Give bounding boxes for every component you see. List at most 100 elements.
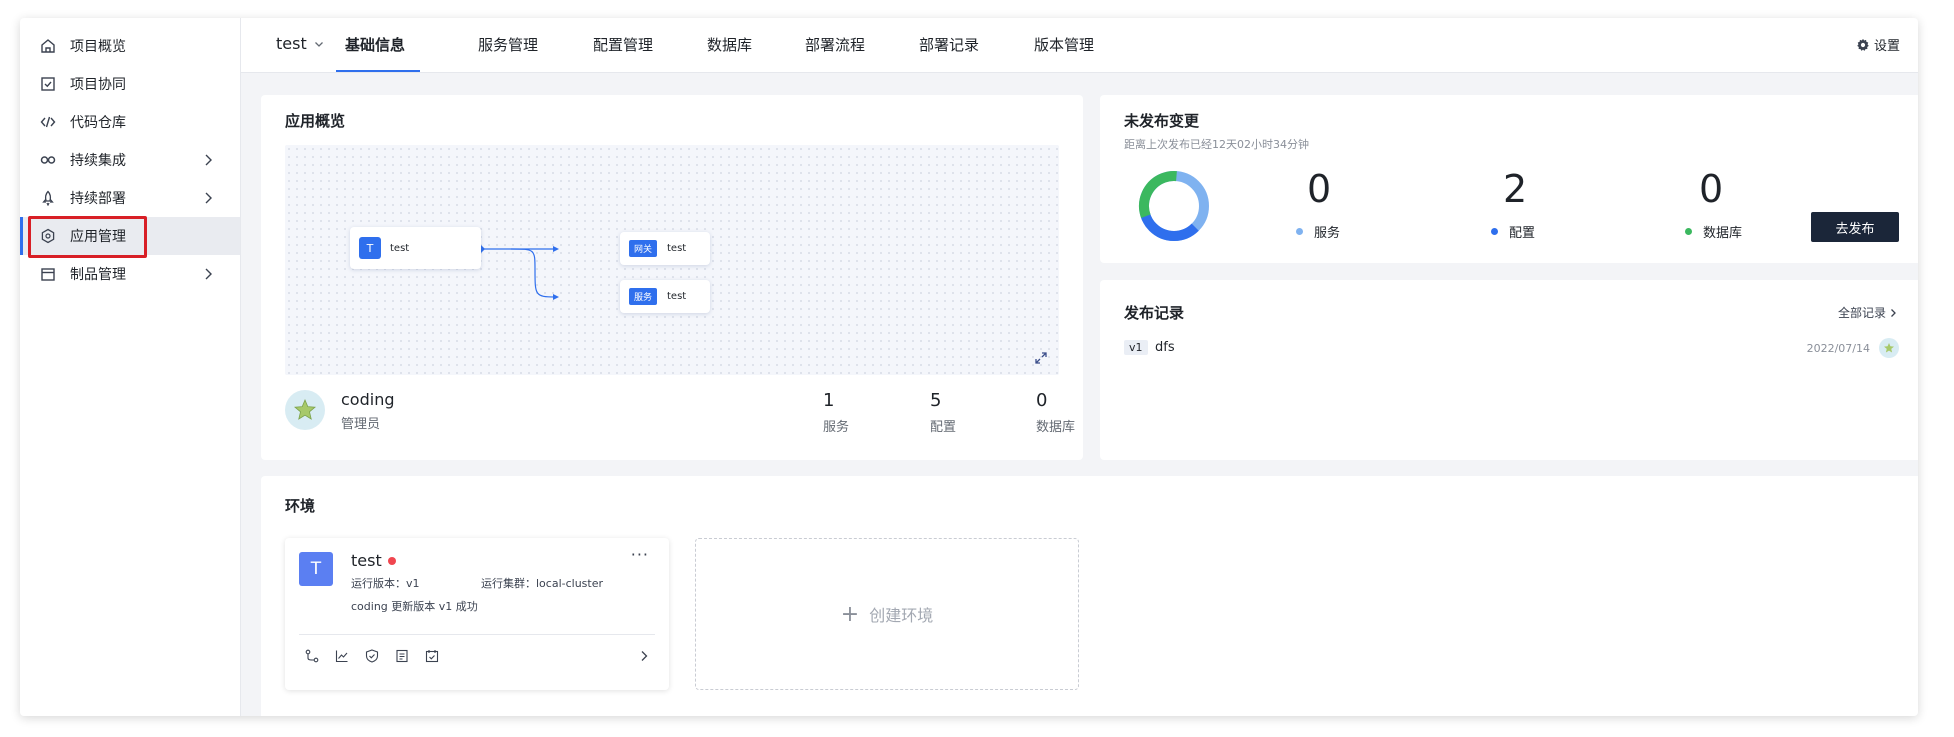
pipeline-icon[interactable] [305,649,319,663]
rocket-icon [40,190,56,206]
config-dot [1491,228,1498,235]
label-text: 服务 [1314,226,1341,241]
project-selector[interactable]: test [276,34,325,53]
last-release-subtitle: 距离上次发布已经12天02小时34分钟 [1124,138,1309,151]
settings-button[interactable]: 设置 [1856,35,1900,54]
release-row[interactable]: v1 dfs 2022/07/14 [1124,338,1918,362]
create-environment-button[interactable]: + 创建环境 [695,538,1079,690]
sidebar-item-label: 持续部署 [70,191,126,207]
sidebar-item-label: 应用管理 [70,229,126,245]
sidebar-item-artifacts[interactable]: 制品管理 [20,255,240,293]
environment-card: 环境 T test 运行版本：v1 运行集群：local-cluster cod… [261,476,1918,716]
tab-database[interactable]: 数据库 [707,34,752,55]
unpublished-config-label: 配置 [1491,222,1535,241]
all-records-link[interactable]: 全部记录 [1838,304,1898,321]
sidebar-item-label: 项目协同 [70,77,126,93]
running-cluster: 运行集群：local-cluster [481,577,604,590]
database-label: 数据库 [1036,420,1076,435]
sidebar-item-label: 代码仓库 [70,115,126,131]
home-icon [40,38,56,54]
service-tag: 服务 [629,288,658,305]
code-icon [40,114,56,130]
chevron-right-icon [205,154,212,166]
environment-item[interactable]: T test 运行版本：v1 运行集群：local-cluster coding… [285,538,669,690]
sidebar-item-collaboration[interactable]: 项目协同 [20,65,240,103]
app-window: 项目概览 项目协同 代码仓库 持续集成 持续部署 应用管理 制品管理 test … [20,18,1918,716]
tab-config-management[interactable]: 配置管理 [593,34,653,55]
owner-name: coding [341,390,395,409]
create-environment-label: 创建环境 [869,606,934,625]
topology-canvas[interactable]: T test 网关 test 服务 test [285,145,1059,375]
sidebar-item-label: 制品管理 [70,267,126,283]
sidebar-item-label: 持续集成 [70,153,126,169]
sidebar: 项目概览 项目协同 代码仓库 持续集成 持续部署 应用管理 制品管理 [20,18,241,716]
project-name: test [276,34,307,53]
infinity-icon [40,152,56,168]
more-icon[interactable]: ··· [631,545,649,564]
expand-icon[interactable] [1034,351,1048,365]
environment-name: test [351,551,382,570]
owner-role: 管理员 [341,417,381,432]
box-icon [40,266,56,282]
card-title: 发布记录 [1124,304,1185,322]
publish-button[interactable]: 去发布 [1811,212,1899,242]
version-badge: v1 [1124,340,1148,355]
tab-basic-info[interactable]: 基础信息 [345,34,405,55]
tab-deploy-records[interactable]: 部署记录 [919,34,979,55]
release-records-card: 发布记录 全部记录 v1 dfs 2022/07/14 [1100,280,1918,460]
database-count: 0 [1036,390,1048,411]
tab-service-management[interactable]: 服务管理 [478,34,538,55]
sidebar-item-cd[interactable]: 持续部署 [20,179,240,217]
service-label: 服务 [823,420,850,435]
label-text: 数据库 [1703,226,1743,241]
card-title: 应用概览 [285,112,346,130]
tab-version-management[interactable]: 版本管理 [1034,34,1094,55]
sidebar-item-overview[interactable]: 项目概览 [20,27,240,65]
chevron-right-icon[interactable] [637,649,651,663]
card-title: 未发布变更 [1124,112,1200,130]
release-date: 2022/07/14 [1806,342,1870,355]
hexagon-icon [40,228,56,244]
gateway-tag: 网关 [629,240,658,257]
label-text: 配置 [1509,226,1536,241]
service-dot [1296,228,1303,235]
document-icon[interactable] [395,649,409,663]
all-records-label: 全部记录 [1837,306,1886,320]
sidebar-item-ci[interactable]: 持续集成 [20,141,240,179]
gateway-node[interactable]: 网关 test [620,232,710,265]
calendar-check-icon[interactable] [425,649,439,663]
card-title: 环境 [285,497,316,515]
chart-line-icon[interactable] [335,649,349,663]
service-node[interactable]: 服务 test [620,280,710,313]
owner-avatar [285,390,325,430]
service-node-name: test [667,291,687,302]
chevron-down-icon [314,41,323,47]
app-overview-card: 应用概览 T test 网关 test 服务 test coding 管理员 1… [261,95,1083,460]
divider [299,634,655,635]
app-node-name: test [390,242,410,254]
release-name: dfs [1155,340,1175,355]
chevron-right-icon [205,268,212,280]
unpublished-service-count: 0 [1307,167,1332,211]
settings-label: 设置 [1873,39,1900,54]
top-navigation: test 基础信息 服务管理 配置管理 数据库 部署流程 部署记录 版本管理 设… [241,18,1918,73]
release-avatar [1879,338,1899,358]
shield-icon[interactable] [365,649,379,663]
environment-title: test [351,551,396,570]
config-count: 5 [930,390,942,411]
tab-deploy-flow[interactable]: 部署流程 [805,34,865,55]
unpublished-database-count: 0 [1699,167,1724,211]
unpublished-database-label: 数据库 [1685,222,1742,241]
unpublished-config-count: 2 [1503,167,1528,211]
unpublished-changes-card: 未发布变更 距离上次发布已经12天02小时34分钟 0 服务 2 配置 0 数据… [1100,95,1918,263]
latest-activity: coding 更新版本 v1 成功 [351,600,478,613]
sidebar-item-code-repo[interactable]: 代码仓库 [20,103,240,141]
checkbox-icon [40,76,56,92]
app-node[interactable]: T test [350,227,481,269]
gear-icon [1857,38,1869,51]
donut-chart [1139,171,1209,241]
sidebar-item-app-management[interactable]: 应用管理 [20,217,240,255]
gateway-node-name: test [667,243,687,254]
environment-avatar: T [299,552,333,586]
sidebar-item-label: 项目概览 [70,39,126,55]
